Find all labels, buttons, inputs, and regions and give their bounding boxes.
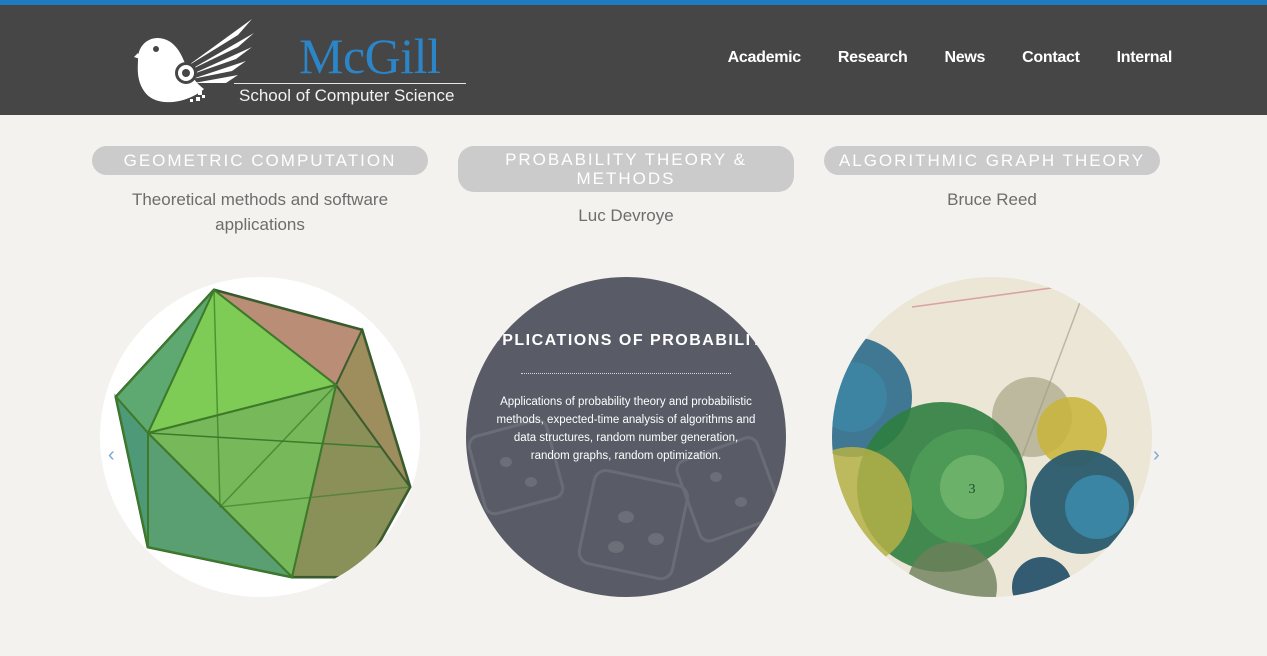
- research-area-subtitle: Bruce Reed: [947, 190, 1037, 209]
- research-area-pill[interactable]: GEOMETRIC COMPUTATION: [92, 146, 428, 175]
- logo-subtitle: School of Computer Science: [239, 86, 455, 105]
- research-column-probability: PROBABILITY THEORY & METHODS Luc Devroye: [458, 146, 794, 228]
- graph-art-image: 3: [832, 277, 1134, 597]
- site-header: McGill School of Computer Science Academ…: [0, 5, 1267, 115]
- research-area-subtitle: Theoretical methods and software applica…: [131, 190, 389, 234]
- logo-divider: [234, 83, 466, 84]
- probability-image[interactable]: APPLICATIONS OF PROBABILITY Applications…: [466, 277, 786, 597]
- nav-internal[interactable]: Internal: [1117, 49, 1173, 67]
- geometric-computation-image[interactable]: [100, 277, 420, 597]
- graph-node-number: 3: [969, 482, 976, 497]
- nav-news[interactable]: News: [945, 49, 986, 67]
- logo-wordmark: McGill: [299, 28, 441, 84]
- nav-contact[interactable]: Contact: [1022, 49, 1080, 67]
- site-logo[interactable]: McGill School of Computer Science: [134, 17, 474, 109]
- overlay-divider: [521, 373, 731, 374]
- overlay-title: APPLICATIONS OF PROBABILITY: [477, 332, 775, 349]
- research-column-graph-theory: ALGORITHMIC GRAPH THEORY Bruce Reed: [824, 146, 1160, 212]
- nav-academic[interactable]: Academic: [728, 49, 802, 67]
- research-column-geometric: GEOMETRIC COMPUTATION Theoretical method…: [92, 146, 428, 237]
- research-area-pill[interactable]: ALGORITHMIC GRAPH THEORY: [824, 146, 1160, 175]
- main-nav: Academic Research News Contact Internal: [691, 49, 1173, 67]
- research-area-pill[interactable]: PROBABILITY THEORY & METHODS: [458, 146, 794, 192]
- overlay-description: Applications of probability theory and p…: [496, 396, 756, 462]
- graph-theory-image[interactable]: 3: [832, 277, 1152, 597]
- carousel-next-icon[interactable]: ›: [1153, 444, 1160, 467]
- carousel-prev-icon[interactable]: ‹: [108, 444, 115, 467]
- nav-research[interactable]: Research: [838, 49, 908, 67]
- research-area-subtitle: Luc Devroye: [578, 206, 674, 225]
- polyhedron-image: [114, 288, 412, 579]
